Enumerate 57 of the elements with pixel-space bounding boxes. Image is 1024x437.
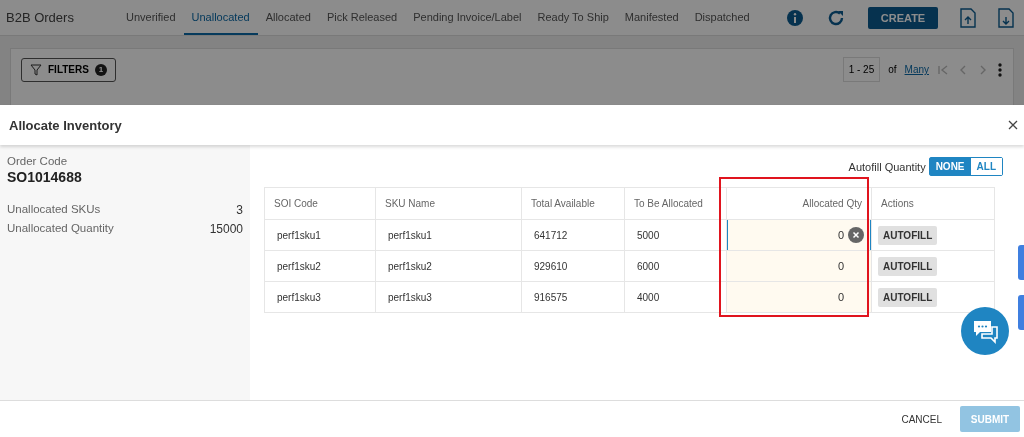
table-cell: perf1sku3	[264, 281, 376, 313]
autofill-button[interactable]: AUTOFILL	[878, 225, 938, 245]
table-cell: 929610	[521, 250, 625, 282]
table-cell: 4000	[624, 281, 727, 313]
page-of-label: of	[888, 64, 897, 75]
status-tab[interactable]: Pending Invoice/Label	[405, 0, 530, 35]
clear-icon[interactable]	[848, 227, 864, 243]
status-tab[interactable]: Manifested	[616, 0, 687, 35]
autofill-label: Autofill Quantity	[848, 160, 926, 173]
close-icon[interactable]	[1008, 120, 1018, 130]
app-title: B2B Orders	[5, 10, 75, 25]
summary-value: 3	[236, 203, 243, 217]
table-cell: perf1sku1	[264, 219, 376, 251]
status-tab[interactable]: Dispatched	[686, 0, 758, 35]
table-cell: perf1sku1	[375, 219, 522, 251]
file-download-icon[interactable]	[998, 7, 1014, 28]
file-upload-icon[interactable]	[960, 7, 976, 28]
count-badge: 1	[94, 63, 107, 76]
column-header: Actions	[871, 187, 995, 220]
summary-value: 15000	[209, 222, 243, 236]
column-header: SKU Name	[375, 187, 522, 220]
filters-button[interactable]: FILTERS 1	[21, 57, 116, 82]
table-cell: 641712	[521, 219, 625, 251]
order-code-label: Order Code	[7, 155, 69, 167]
column-header: Total Available	[521, 187, 625, 220]
create-button[interactable]: CREATE	[868, 6, 938, 29]
autofill-option[interactable]: NONE	[929, 158, 971, 175]
quantity-field[interactable]: 0	[727, 220, 871, 250]
autofill-button[interactable]: AUTOFILL	[878, 287, 938, 307]
order-code: SO1014688	[7, 169, 83, 185]
dialog-title: Allocate Inventory	[9, 117, 122, 133]
info-icon[interactable]	[786, 8, 804, 27]
autofill-button[interactable]: AUTOFILL	[878, 256, 938, 276]
status-tab[interactable]: Pick Released	[318, 0, 406, 35]
cancel-button[interactable]: CANCEL	[895, 412, 948, 426]
status-tab[interactable]: Allocated	[257, 0, 319, 35]
status-tab[interactable]: Unverified	[118, 0, 184, 35]
table-cell: perf1sku2	[375, 250, 522, 282]
table-cell: 6000	[624, 250, 727, 282]
quantity-field[interactable]: 0	[727, 251, 871, 281]
page-range: 1 - 25	[842, 57, 881, 82]
table-cell: perf1sku3	[375, 281, 522, 313]
quantity-field[interactable]: 0	[727, 282, 871, 312]
column-header: To Be Allocated	[624, 187, 727, 220]
filter-icon	[30, 63, 42, 76]
more-icon[interactable]	[997, 61, 1003, 78]
column-header: SOI Code	[264, 187, 376, 220]
chat-icon[interactable]	[961, 307, 1009, 355]
summary-label: Unallocated Quantity	[7, 222, 114, 236]
table-cell: perf1sku2	[264, 250, 376, 282]
column-header: Allocated Qty	[726, 187, 872, 220]
status-tab[interactable]: Ready To Ship	[529, 0, 617, 35]
summary-label: Unallocated SKUs	[7, 203, 101, 217]
status-tab[interactable]: Unallocated	[183, 0, 258, 35]
table-cell: 5000	[624, 219, 727, 251]
table-cell: 916575	[521, 281, 625, 313]
total-link[interactable]: Many	[904, 64, 929, 75]
